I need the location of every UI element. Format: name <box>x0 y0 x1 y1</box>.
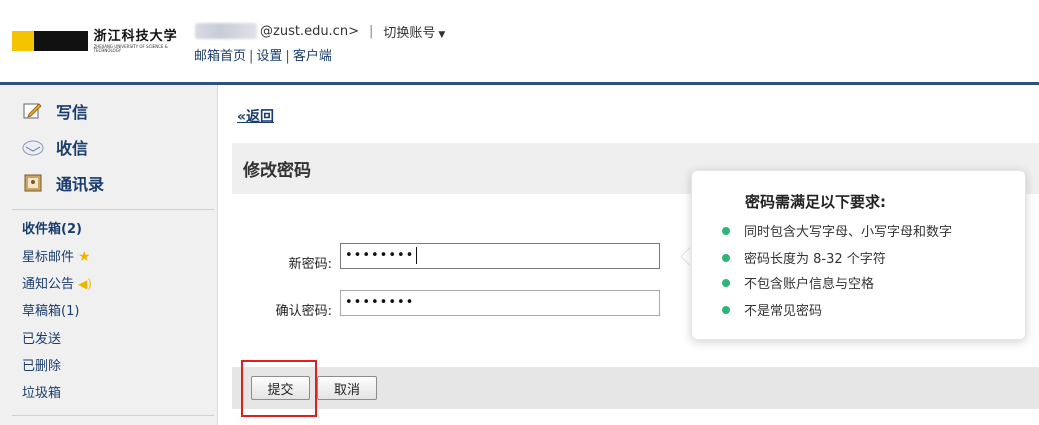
new-password-value: •••••••• <box>345 248 415 263</box>
speaker-icon: ◀) <box>78 277 92 291</box>
blurred-username <box>195 23 257 39</box>
confirm-password-value: •••••••• <box>345 295 415 310</box>
top-header: 浙江科技大学 ZHEJIANG UNIVERSITY OF SCIENCE & … <box>0 0 1039 82</box>
switch-account-button[interactable]: 切换账号 ▼ <box>383 22 445 41</box>
new-password-label: 新密码: <box>288 257 332 272</box>
compose-icon <box>22 101 44 121</box>
contacts-button[interactable]: 通讯录 <box>22 171 104 195</box>
caret-down-icon: ▼ <box>438 29 446 40</box>
university-logo[interactable]: 浙江科技大学 ZHEJIANG UNIVERSITY OF SCIENCE & … <box>12 30 182 53</box>
folder-notices-label: 通知公告 <box>22 277 75 292</box>
sidebar-divider <box>12 415 214 416</box>
settings-link[interactable]: 设置 <box>256 49 282 64</box>
cancel-button[interactable]: 取消 <box>317 376 377 400</box>
text-caret <box>416 247 418 264</box>
tooltip-title: 密码需满足以下要求: <box>745 193 886 211</box>
folder-notices[interactable]: 通知公告 ◀) <box>22 275 92 293</box>
requirement-item: 同时包含大写字母、小写字母和数字 <box>722 221 952 240</box>
logo-text: 浙江科技大学 ZHEJIANG UNIVERSITY OF SCIENCE & … <box>94 30 182 53</box>
requirement-text: 不是常见密码 <box>744 304 823 319</box>
requirement-item: 不包含账户信息与空格 <box>722 273 874 292</box>
star-icon: ★ <box>78 249 91 265</box>
check-dot-icon <box>722 253 730 262</box>
logo-name: 浙江科技大学 <box>93 28 178 44</box>
sidebar: 写信 收信 通讯录 收件箱(2) 星标邮件 ★ 通知公告 ◀) 草稿箱(1) 已发送… <box>0 85 218 425</box>
requirement-text: 不包含账户信息与空格 <box>744 277 875 292</box>
inbox-icon <box>22 137 44 157</box>
folder-sent[interactable]: 已发送 <box>22 331 61 349</box>
compose-label: 写信 <box>56 103 89 122</box>
requirement-item: 不是常见密码 <box>722 300 822 319</box>
folder-starred-label: 星标邮件 <box>22 250 75 265</box>
receive-button[interactable]: 收信 <box>22 135 88 159</box>
folder-starred[interactable]: 星标邮件 ★ <box>22 248 91 266</box>
requirement-text: 密码长度为 8-32 个字符 <box>744 252 886 267</box>
receive-label: 收信 <box>56 139 89 158</box>
header-links: 邮箱首页 | 设置 | 客户端 <box>194 45 332 64</box>
folder-spam[interactable]: 垃圾箱 <box>22 385 61 403</box>
check-dot-icon <box>722 226 730 235</box>
page-title: 修改密码 <box>243 161 311 181</box>
sidebar-divider <box>12 209 214 210</box>
client-link[interactable]: 客户端 <box>293 49 332 64</box>
link-divider: | <box>285 49 290 64</box>
requirement-text: 同时包含大写字母、小写字母和数字 <box>744 225 953 240</box>
confirm-password-input[interactable]: •••••••• <box>340 290 660 316</box>
link-divider: | <box>249 49 254 64</box>
check-dot-icon <box>722 305 730 314</box>
compose-button[interactable]: 写信 <box>22 99 88 123</box>
new-password-input[interactable]: •••••••• <box>340 243 660 269</box>
mailbox-home-link[interactable]: 邮箱首页 <box>194 49 246 64</box>
header-separator: | <box>368 23 374 39</box>
contacts-icon <box>22 173 44 193</box>
logo-subname: ZHEJIANG UNIVERSITY OF SCIENCE & TECHNOL… <box>93 43 168 53</box>
switch-account-label: 切换账号 <box>383 25 436 41</box>
folder-drafts[interactable]: 草稿箱(1) <box>22 303 79 321</box>
folder-deleted[interactable]: 已删除 <box>22 358 61 376</box>
requirement-item: 密码长度为 8-32 个字符 <box>722 248 886 267</box>
check-dot-icon <box>722 278 730 287</box>
submit-highlight-box <box>241 360 317 417</box>
logo-yellow-block <box>12 31 35 51</box>
confirm-password-label: 确认密码: <box>275 304 332 319</box>
account-info: @zust.edu.cn> | 切换账号 ▼ <box>195 22 445 41</box>
folder-inbox[interactable]: 收件箱(2) <box>22 221 82 239</box>
logo-black-block <box>34 31 88 51</box>
back-link[interactable]: «返回 <box>237 106 274 126</box>
account-email: @zust.edu.cn> <box>260 23 359 39</box>
contacts-label: 通讯录 <box>56 175 105 194</box>
